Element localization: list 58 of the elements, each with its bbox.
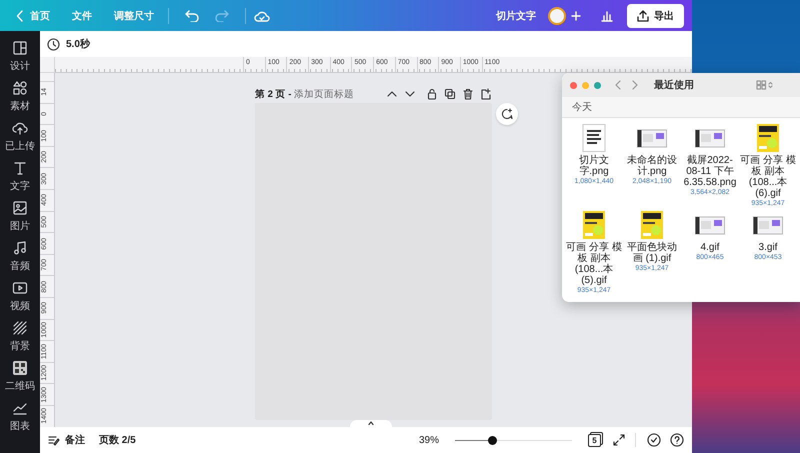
sidebar-item[interactable]: 音频 bbox=[0, 236, 40, 276]
video-icon bbox=[12, 280, 28, 296]
file-name[interactable]: 可画 分享 模板 副本 (108...本 (5).gif bbox=[566, 242, 622, 286]
music-icon bbox=[12, 240, 28, 256]
qrcode-icon bbox=[12, 360, 28, 376]
lock-icon[interactable] bbox=[426, 88, 438, 100]
section-header: 今天 bbox=[562, 97, 800, 118]
slider-thumb[interactable] bbox=[488, 436, 497, 444]
pattern-icon bbox=[12, 320, 28, 336]
bar-chart-icon[interactable] bbox=[601, 10, 613, 22]
sidebar-item[interactable]: 设计 bbox=[0, 36, 40, 76]
window-title: 最近使用 bbox=[654, 78, 694, 92]
file-name[interactable]: 3.gif bbox=[758, 242, 778, 253]
notes-button[interactable]: 备注 bbox=[48, 433, 85, 447]
zoom-level[interactable]: 39% bbox=[418, 434, 439, 446]
trash-icon[interactable] bbox=[462, 88, 474, 100]
duration-label[interactable]: 5.0秒 bbox=[66, 37, 90, 51]
share-icon bbox=[637, 10, 649, 22]
sidebar-item[interactable]: 已上传 bbox=[0, 116, 40, 156]
sidebar-item[interactable]: 图片 bbox=[0, 196, 40, 236]
file-name[interactable]: 4.gif bbox=[700, 242, 720, 253]
expand-icon[interactable] bbox=[613, 434, 625, 446]
caret-up-icon bbox=[368, 421, 374, 425]
shapes-icon bbox=[12, 80, 28, 96]
cloud-icon[interactable] bbox=[254, 10, 270, 22]
avatar[interactable] bbox=[548, 6, 566, 24]
page-grid-button[interactable]: 5 bbox=[588, 434, 601, 446]
comment-add-icon bbox=[501, 108, 513, 120]
page-counter[interactable]: 页数 2/5 bbox=[99, 433, 136, 447]
file-name[interactable]: 可画 分享 模板 副本 (108...本 (6).gif bbox=[740, 155, 796, 199]
page-title[interactable]: 第 2 页 - 添加页面标题 bbox=[255, 88, 354, 100]
add-page-icon[interactable] bbox=[480, 88, 492, 100]
close-button[interactable] bbox=[570, 82, 577, 88]
sidebar-item[interactable]: 文字 bbox=[0, 156, 40, 196]
file-name[interactable]: 平面色块动画 (1).gif bbox=[624, 242, 680, 264]
layout-icon bbox=[12, 40, 28, 56]
sidebar-item[interactable]: 素材 bbox=[0, 76, 40, 116]
file-name[interactable]: 切片文字.png bbox=[566, 155, 622, 177]
help-icon[interactable] bbox=[670, 433, 684, 447]
clock-icon[interactable] bbox=[47, 38, 60, 50]
image-icon bbox=[12, 200, 28, 216]
sidebar-item[interactable]: 图表 bbox=[0, 396, 40, 436]
plus-icon[interactable] bbox=[571, 10, 581, 20]
file-name[interactable]: 未命名的设计.png bbox=[624, 155, 680, 177]
file-name[interactable]: 截屏2022-08-11 下午6.35.58.png bbox=[682, 155, 738, 188]
check-circle-icon[interactable] bbox=[647, 433, 661, 447]
sidebar-item[interactable]: 背景 bbox=[0, 316, 40, 356]
comment-button[interactable] bbox=[496, 103, 518, 125]
sidebar-item[interactable]: 视频 bbox=[0, 276, 40, 316]
chevron-left-icon bbox=[16, 10, 24, 22]
sidebar-item[interactable]: 二维码 bbox=[0, 356, 40, 396]
design-title[interactable]: 切片文字 bbox=[496, 8, 536, 22]
undo-icon[interactable] bbox=[185, 10, 199, 22]
copy-icon[interactable] bbox=[444, 88, 456, 100]
notes-icon bbox=[48, 434, 60, 446]
panel-handle[interactable] bbox=[350, 420, 392, 427]
text-icon bbox=[12, 160, 28, 176]
export-button[interactable]: 导出 bbox=[627, 4, 684, 28]
